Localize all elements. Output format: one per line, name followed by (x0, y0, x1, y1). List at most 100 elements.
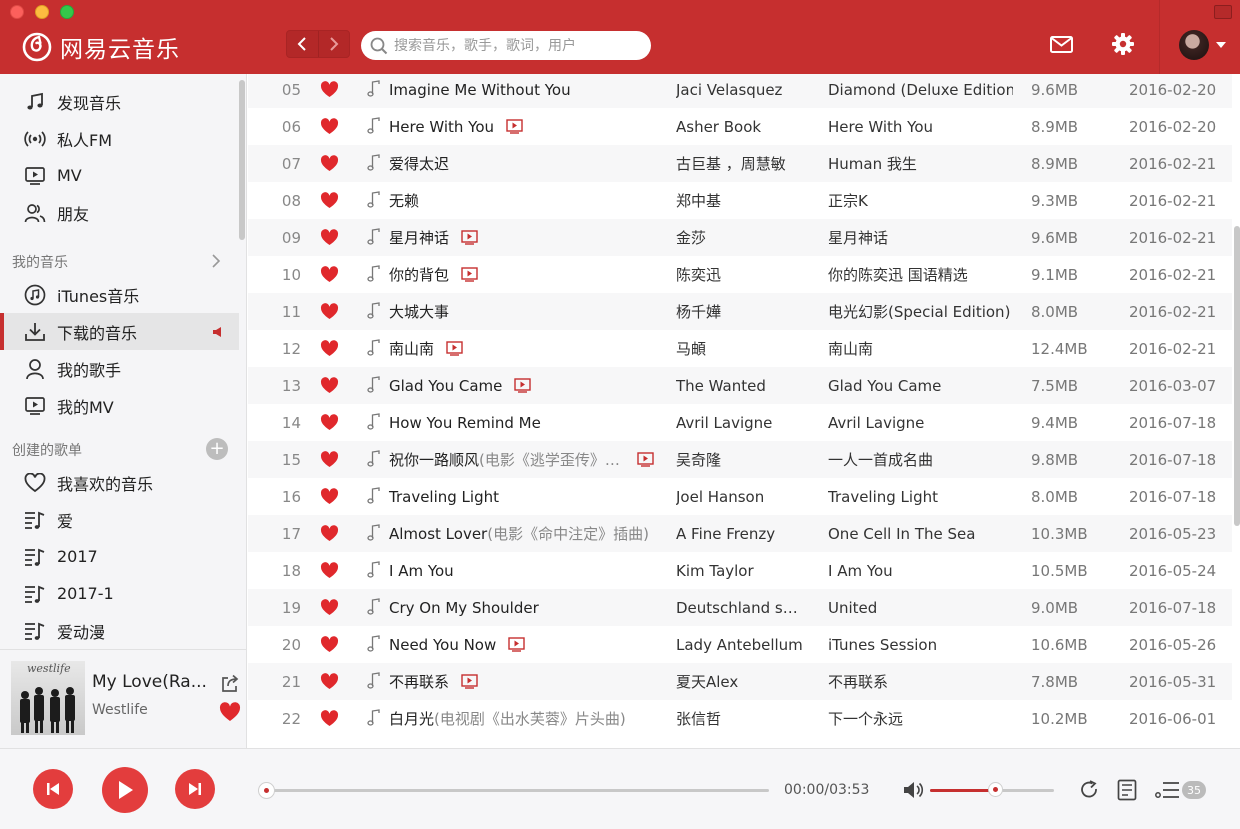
track-album[interactable]: United (828, 599, 1013, 617)
track-row[interactable]: 10 你的背包 陈奕迅 你的陈奕迅 国语精选 9.1MB 2016-02-21 (248, 256, 1232, 293)
track-title[interactable]: 无赖 (389, 190, 419, 211)
liked-heart-icon[interactable] (320, 414, 339, 431)
sidebar-scrollbar[interactable] (239, 80, 245, 240)
track-album[interactable]: Traveling Light (828, 488, 1013, 506)
liked-heart-icon[interactable] (320, 525, 339, 542)
mv-video-icon[interactable] (636, 452, 654, 467)
volume-icon[interactable] (903, 781, 925, 799)
track-artist[interactable]: Avril Lavigne (676, 414, 806, 432)
mv-video-icon[interactable] (514, 378, 532, 393)
liked-heart-icon[interactable] (320, 192, 339, 209)
liked-heart-icon[interactable] (320, 340, 339, 357)
lyrics-icon[interactable] (1117, 779, 1137, 801)
close-window-button[interactable] (10, 5, 24, 19)
search-box[interactable] (361, 31, 651, 60)
liked-heart-icon[interactable] (320, 303, 339, 320)
sidebar-item-itunes[interactable]: iTunes音乐 (0, 276, 239, 313)
sidebar-item-playlist[interactable]: 2017-1 (0, 575, 239, 612)
liked-heart-icon[interactable] (320, 377, 339, 394)
sidebar-item-discover[interactable]: 发现音乐 (0, 83, 239, 120)
track-artist[interactable]: Asher Book (676, 118, 806, 136)
liked-heart-icon[interactable] (320, 118, 339, 135)
track-album[interactable]: 电光幻影(Special Edition) (828, 301, 1013, 322)
app-logo[interactable]: 网易云音乐 (22, 30, 180, 64)
track-album[interactable]: 南山南 (828, 338, 1013, 359)
playlist-queue-icon[interactable] (1155, 781, 1181, 799)
minimize-window-button[interactable] (35, 5, 49, 19)
track-artist[interactable]: 杨千嬅 (676, 301, 806, 322)
next-button[interactable] (175, 769, 215, 809)
track-album[interactable]: 不再联系 (828, 671, 1013, 692)
track-row[interactable]: 21 不再联系 夏天Alex 不再联系 7.8MB 2016-05-31 (248, 663, 1232, 700)
track-album[interactable]: One Cell In The Sea (828, 525, 1013, 543)
track-row[interactable]: 12 南山南 马頔 南山南 12.4MB 2016-02-21 (248, 330, 1232, 367)
mv-video-icon[interactable] (508, 637, 525, 652)
track-title[interactable]: 白月光(电视剧《出水芙蓉》片头曲) (389, 708, 626, 729)
repeat-icon[interactable] (1078, 780, 1100, 800)
liked-heart-icon[interactable] (320, 451, 339, 468)
track-artist[interactable]: 金莎 (676, 227, 806, 248)
track-artist[interactable]: Deutschland suc… (676, 599, 806, 617)
sidebar-item-my-singers[interactable]: 我的歌手 (0, 350, 239, 387)
forward-button[interactable] (317, 31, 350, 57)
back-button[interactable] (287, 31, 318, 57)
track-artist[interactable]: 吴奇隆 (676, 449, 806, 470)
track-row[interactable]: 19 Cry On My Shoulder Deutschland suc… Unit… (248, 589, 1232, 626)
now-playing-title[interactable]: My Love(Ra... (92, 672, 207, 692)
track-title[interactable]: Glad You Came (389, 377, 502, 395)
volume-handle[interactable] (987, 782, 1003, 797)
liked-heart-icon[interactable] (320, 229, 339, 246)
track-row[interactable]: 08 无赖 郑中基 正宗K 9.3MB 2016-02-21 (248, 182, 1232, 219)
mv-video-icon[interactable] (506, 119, 523, 134)
track-artist[interactable]: Lady Antebellum (676, 636, 806, 654)
mv-video-icon[interactable] (461, 674, 478, 689)
progress-bar[interactable] (266, 789, 769, 792)
sidebar-item-mv[interactable]: MV (0, 157, 239, 194)
track-artist[interactable]: The Wanted (676, 377, 806, 395)
track-title[interactable]: 南山南 (389, 338, 434, 359)
sidebar-item-downloads[interactable]: 下载的音乐 (0, 313, 239, 350)
track-album[interactable]: Here With You (828, 118, 1013, 136)
liked-heart-icon[interactable] (320, 562, 339, 579)
track-album[interactable]: 下一个永远 (828, 708, 1013, 729)
track-row[interactable]: 20 Need You Now Lady Antebellum iTunes Sess… (248, 626, 1232, 663)
track-row[interactable]: 17 Almost Lover(电影《命中注定》插曲) A Fine Frenzy O… (248, 515, 1232, 552)
track-row[interactable]: 07 爱得太迟 古巨基 ，周慧敏 Human 我生 8.9MB 2016-02-21 (248, 145, 1232, 182)
mv-video-icon[interactable] (446, 341, 463, 356)
zoom-window-button[interactable] (60, 5, 74, 19)
chevron-right-icon[interactable] (210, 254, 222, 268)
track-row[interactable]: 14 How You Remind Me Avril Lavigne Avril La… (248, 404, 1232, 441)
track-album[interactable]: 一人一首成名曲 (828, 449, 1013, 470)
track-title[interactable]: 你的背包 (389, 264, 449, 285)
mv-video-icon[interactable] (461, 267, 478, 282)
track-artist[interactable]: 古巨基 ，周慧敏 (676, 153, 806, 174)
user-avatar[interactable] (1179, 30, 1209, 60)
liked-heart-icon[interactable] (320, 81, 339, 98)
track-title[interactable]: Almost Lover(电影《命中注定》插曲) (389, 523, 649, 544)
track-title[interactable]: 星月神话 (389, 227, 449, 248)
track-album[interactable]: Glad You Came (828, 377, 1013, 395)
progress-handle[interactable] (258, 782, 275, 799)
now-playing-artist[interactable]: Westlife (92, 702, 148, 718)
liked-heart-icon[interactable] (219, 702, 241, 722)
track-title[interactable]: 不再联系 (389, 671, 449, 692)
track-artist[interactable]: 马頔 (676, 338, 806, 359)
sidebar-item-liked[interactable]: 我喜欢的音乐 (0, 464, 239, 501)
track-row[interactable]: 13 Glad You Came The Wanted Glad You Came 7.… (248, 367, 1232, 404)
track-title[interactable]: I Am You (389, 562, 454, 580)
settings-gear-icon[interactable] (1111, 32, 1135, 56)
share-icon[interactable] (220, 674, 240, 694)
track-title[interactable]: Need You Now (389, 636, 496, 654)
track-title[interactable]: How You Remind Me (389, 414, 541, 432)
track-row[interactable]: 05 Imagine Me Without You Jaci Velasquez Di… (248, 74, 1232, 108)
track-album[interactable]: Diamond (Deluxe Edition) (828, 81, 1013, 99)
track-artist[interactable]: 张信哲 (676, 708, 806, 729)
track-row[interactable]: 16 Traveling Light Joel Hanson Traveling Li… (248, 478, 1232, 515)
track-artist[interactable]: Jaci Velasquez (676, 81, 806, 99)
track-row[interactable]: 22 白月光(电视剧《出水芙蓉》片头曲) 张信哲 下一个永远 10.2MB 2016-06… (248, 700, 1232, 737)
track-artist[interactable]: 郑中基 (676, 190, 806, 211)
track-title[interactable]: Imagine Me Without You (389, 81, 571, 99)
track-row[interactable]: 11 大城大事 杨千嬅 电光幻影(Special Edition) 8.0MB 2016-… (248, 293, 1232, 330)
track-artist[interactable]: Kim Taylor (676, 562, 806, 580)
track-row[interactable]: 15 祝你一路顺风(电影《逃学歪传》… 吴奇隆 一人一首成名曲 9.8MB 2016-07… (248, 441, 1232, 478)
